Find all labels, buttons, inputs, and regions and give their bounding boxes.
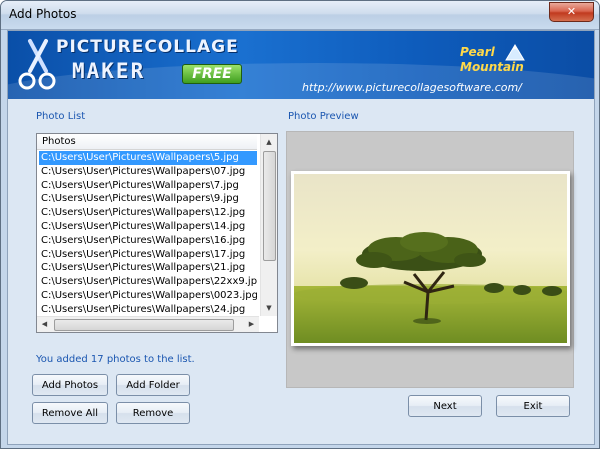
next-button[interactable]: Next [408,395,482,417]
list-item[interactable]: C:\Users\User\Pictures\Wallpapers\9.jpg [39,192,257,206]
photo-list-box[interactable]: Photos C:\Users\User\Pictures\Wallpapers… [36,133,278,333]
logo-free-badge: FREE [182,64,242,84]
list-item[interactable]: C:\Users\User\Pictures\Wallpapers\12.jpg [39,206,257,220]
list-item[interactable]: C:\Users\User\Pictures\Wallpapers\16.jpg [39,234,257,248]
preview-image [294,174,567,343]
photo-preview-label: Photo Preview [288,111,359,122]
horizontal-scroll-thumb[interactable] [54,319,234,331]
close-button[interactable]: ✕ [549,2,594,22]
website-url: http://www.picturecollagesoftware.com/ [302,81,522,94]
photo-list-label: Photo List [36,111,86,122]
title-bar[interactable]: Add Photos ✕ [1,1,599,30]
list-item[interactable]: C:\Users\User\Pictures\Wallpapers\21.jpg [39,261,257,275]
horizontal-scrollbar[interactable]: ◀ ▶ [37,316,259,332]
arrow-left-icon[interactable]: ◀ [37,317,52,332]
vertical-scrollbar[interactable]: ▲ ▼ [260,134,277,316]
list-item[interactable]: C:\Users\User\Pictures\Wallpapers\14.jpg [39,220,257,234]
remove-button[interactable]: Remove [116,402,190,424]
arrow-down-icon[interactable]: ▼ [261,300,277,316]
vertical-scroll-thumb[interactable] [263,151,276,261]
photos-column-header[interactable]: Photos [37,134,257,150]
remove-all-button[interactable]: Remove All [32,402,108,424]
scissors-icon [18,39,56,90]
exit-button[interactable]: Exit [496,395,570,417]
pearl-mountain-logo: Pearl Mountain [460,43,530,79]
logo-text-line2: MAKER [72,59,146,83]
list-item[interactable]: C:\Users\User\Pictures\Wallpapers\7.jpg [39,179,257,193]
list-item[interactable]: C:\Users\User\Pictures\Wallpapers\17.jpg [39,248,257,262]
brand-line2: Mountain [460,60,524,74]
preview-image-frame [291,171,570,346]
close-icon: ✕ [566,5,577,18]
logo-text-line1: PICTURECOLLAGE [56,37,239,57]
brand-line1: Pearl [460,45,495,59]
add-photos-window: Add Photos ✕ PICTURECOLLAGE MAKER FREE P… [0,0,600,449]
list-item[interactable]: C:\Users\User\Pictures\Wallpapers\5.jpg [39,151,257,165]
window-title: Add Photos [9,7,77,21]
arrow-right-icon[interactable]: ▶ [244,317,259,332]
photo-count-text: You added 17 photos to the list. [36,354,195,365]
list-item[interactable]: C:\Users\User\Pictures\Wallpapers\0023.j… [39,289,257,303]
mountain-icon [505,44,525,61]
add-photos-button[interactable]: Add Photos [32,374,108,396]
add-folder-button[interactable]: Add Folder [116,374,190,396]
list-item[interactable]: C:\Users\User\Pictures\Wallpapers\07.jpg [39,165,257,179]
dialog-body: PICTURECOLLAGE MAKER FREE Pearl Mountain… [7,30,595,445]
arrow-up-icon[interactable]: ▲ [261,134,277,150]
list-item[interactable]: C:\Users\User\Pictures\Wallpapers\24.jpg [39,303,257,317]
list-item[interactable]: C:\Users\User\Pictures\Wallpapers\22xx9.… [39,275,257,289]
photo-list-rows[interactable]: C:\Users\User\Pictures\Wallpapers\5.jpg C… [39,151,257,321]
photo-preview-panel [286,131,574,388]
header-banner: PICTURECOLLAGE MAKER FREE Pearl Mountain… [8,31,594,99]
